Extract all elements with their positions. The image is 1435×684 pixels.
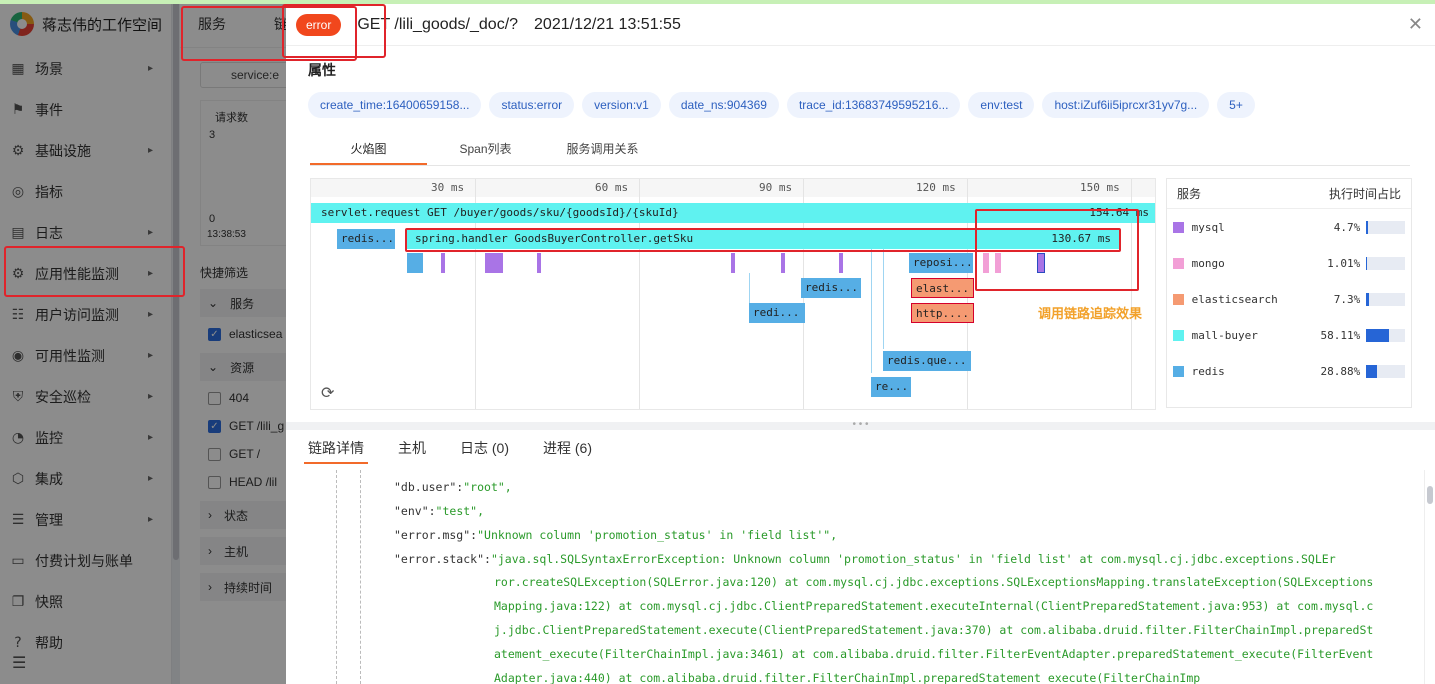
service-row[interactable]: mongo 1.01%	[1167, 245, 1411, 281]
attribute-chip[interactable]: 5+	[1217, 92, 1255, 118]
attribute-chip[interactable]: create_time:16400659158...	[308, 92, 482, 118]
span-detail-json: "db.user":"root", "env":"test", "error.m…	[286, 470, 1424, 684]
service-row[interactable]: mall-buyer 58.11%	[1167, 317, 1411, 353]
span-redis[interactable]: re...	[871, 377, 911, 397]
ratio-column-header: 执行时间占比	[1328, 187, 1401, 201]
span-mysql[interactable]	[485, 253, 503, 273]
ratio-bar	[1366, 328, 1405, 342]
span-redis[interactable]: redis...	[801, 278, 861, 298]
ratio-bar	[1366, 364, 1405, 378]
attribute-chip[interactable]: version:v1	[582, 92, 661, 118]
service-time-table: 服务 执行时间占比 mysql 4.7% mongo 1.01% elasticsear…	[1166, 178, 1412, 408]
annotation-text: 调用链路追踪效果	[1038, 306, 1143, 321]
tab-detail-2[interactable]: 日志 (0)	[456, 434, 513, 464]
service-ratio: 4.7%	[1333, 220, 1361, 234]
span-label: servlet.request GET /buyer/goods/sku/{go…	[321, 206, 679, 219]
resize-handle[interactable]: • • •	[286, 420, 1435, 430]
json-key: "db.user":	[394, 480, 464, 494]
ratio-bar	[1366, 256, 1405, 270]
span-redis[interactable]: redi...	[749, 303, 805, 323]
tab-detail-0[interactable]: 链路详情	[304, 434, 368, 464]
service-name: mall-buyer	[1191, 328, 1258, 342]
flame-graph: 30 ms 60 ms 90 ms 120 ms 150 ms servlet.…	[310, 178, 1156, 410]
json-value: "Unknown column 'promotion_status' in 'f…	[477, 528, 838, 542]
json-key: "env":	[394, 504, 436, 518]
service-name: mysql	[1191, 220, 1225, 234]
trace-detail-drawer: error GET /lili_goods/_doc/? 2021/12/21 …	[282, 4, 1435, 684]
tab-view-1[interactable]: Span列表	[427, 136, 544, 165]
detail-scrollbar[interactable]	[1427, 486, 1433, 504]
attribute-chip[interactable]: host:iZuf6ii5iprcxr31yv7g...	[1042, 92, 1210, 118]
span-elasticsearch[interactable]: elast...	[911, 278, 974, 298]
json-value: "java.sql.SQLSyntaxErrorException: Unkno…	[490, 552, 1336, 566]
tab-view-0[interactable]: 火焰图	[310, 136, 427, 165]
service-ratio: 28.88%	[1320, 364, 1361, 378]
reload-icon[interactable]: ⟳	[321, 383, 334, 402]
service-name: mongo	[1191, 256, 1225, 270]
tab-detail-3[interactable]: 进程 (6)	[539, 434, 596, 464]
service-row[interactable]: elasticsearch 7.3%	[1167, 281, 1411, 317]
tick-label: 150 ms	[1080, 181, 1120, 194]
tab-view-2[interactable]: 服务调用关系	[544, 136, 661, 165]
ratio-bar	[1366, 292, 1405, 306]
attribute-chips: create_time:16400659158... status:error ve…	[308, 92, 1435, 118]
attributes-title: 属性	[308, 62, 336, 78]
span-mysql[interactable]	[781, 253, 785, 273]
service-color-swatch	[1173, 365, 1184, 377]
attribute-chip[interactable]: status:error	[489, 92, 575, 118]
tick-label: 30 ms	[431, 181, 465, 194]
service-color-swatch	[1173, 221, 1184, 233]
service-name: elasticsearch	[1191, 292, 1278, 306]
trace-time: 2021/12/21 13:51:55	[534, 15, 681, 33]
json-value: "test",	[435, 504, 485, 518]
span-repository[interactable]: reposi...	[909, 253, 973, 273]
span-small[interactable]	[407, 253, 423, 273]
json-key: "error.stack":	[394, 552, 491, 566]
tick-label: 60 ms	[595, 181, 629, 194]
tick-label: 90 ms	[759, 181, 793, 194]
service-color-swatch	[1173, 329, 1184, 341]
ratio-bar	[1366, 220, 1405, 234]
highlight-box-apm	[4, 246, 185, 297]
span-redis[interactable]: redis...	[337, 229, 395, 249]
attribute-chip[interactable]: env:test	[968, 92, 1035, 118]
attribute-chip[interactable]: trace_id:13683749595216...	[786, 92, 961, 118]
span-mysql[interactable]	[441, 253, 445, 273]
span-mysql[interactable]	[839, 253, 843, 273]
service-ratio: 7.3%	[1333, 292, 1361, 306]
service-color-swatch	[1173, 293, 1184, 305]
close-icon[interactable]: ✕	[1408, 14, 1423, 35]
service-color-swatch	[1173, 257, 1184, 269]
span-http[interactable]: http....	[911, 303, 974, 323]
service-column-header: 服务	[1177, 187, 1202, 201]
highlight-box-duration	[975, 209, 1139, 291]
service-row[interactable]: mysql 4.7%	[1167, 209, 1411, 245]
service-ratio: 1.01%	[1327, 256, 1361, 270]
view-tabs: 火焰图 Span列表 服务调用关系	[310, 136, 1410, 166]
service-name: redis	[1191, 364, 1225, 378]
tab-detail-1[interactable]: 主机	[394, 434, 430, 464]
error-stack-continuation: ror.createSQLException(SQLError.java:120…	[494, 575, 1374, 684]
span-mysql[interactable]	[731, 253, 735, 273]
service-row[interactable]: redis 28.88%	[1167, 353, 1411, 389]
span-redis-query[interactable]: redis.que...	[883, 351, 971, 371]
json-key: "error.msg":	[394, 528, 478, 542]
json-value: "root",	[463, 480, 512, 494]
span-mysql[interactable]	[537, 253, 541, 273]
tick-label: 120 ms	[916, 181, 956, 194]
detail-tabs: 链路详情 主机 日志 (0) 进程 (6)	[304, 434, 622, 464]
highlight-box-tabs	[181, 6, 357, 61]
attribute-chip[interactable]: date_ns:904369	[668, 92, 779, 118]
service-ratio: 58.11%	[1320, 328, 1361, 342]
